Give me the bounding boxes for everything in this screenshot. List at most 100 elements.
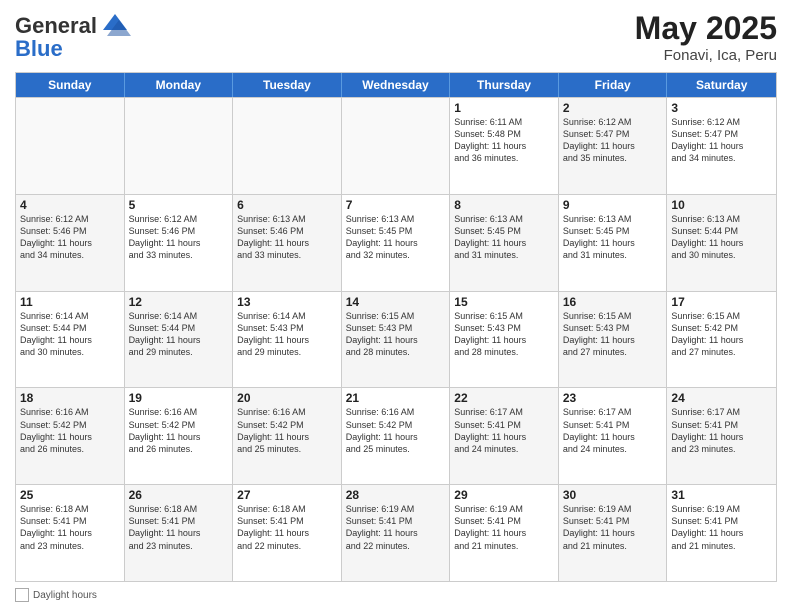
- cal-cell: 5Sunrise: 6:12 AM Sunset: 5:46 PM Daylig…: [125, 195, 234, 291]
- cal-cell: 12Sunrise: 6:14 AM Sunset: 5:44 PM Dayli…: [125, 292, 234, 388]
- day-number: 2: [563, 101, 663, 115]
- day-info: Sunrise: 6:14 AM Sunset: 5:43 PM Dayligh…: [237, 310, 337, 359]
- cal-cell: 24Sunrise: 6:17 AM Sunset: 5:41 PM Dayli…: [667, 388, 776, 484]
- cal-cell: 14Sunrise: 6:15 AM Sunset: 5:43 PM Dayli…: [342, 292, 451, 388]
- day-info: Sunrise: 6:11 AM Sunset: 5:48 PM Dayligh…: [454, 116, 554, 165]
- header: General Blue May 2025 Fonavi, Ica, Peru: [15, 10, 777, 64]
- cal-cell: 22Sunrise: 6:17 AM Sunset: 5:41 PM Dayli…: [450, 388, 559, 484]
- day-info: Sunrise: 6:16 AM Sunset: 5:42 PM Dayligh…: [237, 406, 337, 455]
- day-info: Sunrise: 6:16 AM Sunset: 5:42 PM Dayligh…: [129, 406, 229, 455]
- cal-row-4: 18Sunrise: 6:16 AM Sunset: 5:42 PM Dayli…: [16, 387, 776, 484]
- day-info: Sunrise: 6:17 AM Sunset: 5:41 PM Dayligh…: [671, 406, 772, 455]
- day-info: Sunrise: 6:13 AM Sunset: 5:45 PM Dayligh…: [454, 213, 554, 262]
- day-info: Sunrise: 6:13 AM Sunset: 5:46 PM Dayligh…: [237, 213, 337, 262]
- cal-cell: 19Sunrise: 6:16 AM Sunset: 5:42 PM Dayli…: [125, 388, 234, 484]
- cal-cell: 27Sunrise: 6:18 AM Sunset: 5:41 PM Dayli…: [233, 485, 342, 581]
- day-info: Sunrise: 6:13 AM Sunset: 5:45 PM Dayligh…: [346, 213, 446, 262]
- day-number: 6: [237, 198, 337, 212]
- header-saturday: Saturday: [667, 73, 776, 97]
- calendar-header: Sunday Monday Tuesday Wednesday Thursday…: [16, 73, 776, 97]
- logo-text: General Blue: [15, 10, 133, 62]
- day-number: 30: [563, 488, 663, 502]
- day-number: 8: [454, 198, 554, 212]
- logo: General Blue: [15, 10, 133, 62]
- day-number: 31: [671, 488, 772, 502]
- cal-cell: 29Sunrise: 6:19 AM Sunset: 5:41 PM Dayli…: [450, 485, 559, 581]
- cal-cell: 28Sunrise: 6:19 AM Sunset: 5:41 PM Dayli…: [342, 485, 451, 581]
- day-info: Sunrise: 6:15 AM Sunset: 5:42 PM Dayligh…: [671, 310, 772, 359]
- cal-cell: 21Sunrise: 6:16 AM Sunset: 5:42 PM Dayli…: [342, 388, 451, 484]
- legend-daylight: Daylight hours: [15, 588, 97, 602]
- day-number: 12: [129, 295, 229, 309]
- cal-cell: [125, 98, 234, 194]
- cal-row-1: 1Sunrise: 6:11 AM Sunset: 5:48 PM Daylig…: [16, 97, 776, 194]
- title-location: Fonavi, Ica, Peru: [635, 47, 777, 64]
- day-info: Sunrise: 6:13 AM Sunset: 5:45 PM Dayligh…: [563, 213, 663, 262]
- cal-cell: 26Sunrise: 6:18 AM Sunset: 5:41 PM Dayli…: [125, 485, 234, 581]
- day-number: 16: [563, 295, 663, 309]
- page: General Blue May 2025 Fonavi, Ica, Peru …: [0, 0, 792, 612]
- day-info: Sunrise: 6:15 AM Sunset: 5:43 PM Dayligh…: [346, 310, 446, 359]
- day-info: Sunrise: 6:19 AM Sunset: 5:41 PM Dayligh…: [346, 503, 446, 552]
- cal-cell: 20Sunrise: 6:16 AM Sunset: 5:42 PM Dayli…: [233, 388, 342, 484]
- header-thursday: Thursday: [450, 73, 559, 97]
- day-number: 20: [237, 391, 337, 405]
- cal-cell: 1Sunrise: 6:11 AM Sunset: 5:48 PM Daylig…: [450, 98, 559, 194]
- day-info: Sunrise: 6:15 AM Sunset: 5:43 PM Dayligh…: [563, 310, 663, 359]
- calendar: Sunday Monday Tuesday Wednesday Thursday…: [15, 72, 777, 582]
- day-number: 4: [20, 198, 120, 212]
- cal-cell: 7Sunrise: 6:13 AM Sunset: 5:45 PM Daylig…: [342, 195, 451, 291]
- day-info: Sunrise: 6:19 AM Sunset: 5:41 PM Dayligh…: [563, 503, 663, 552]
- day-number: 14: [346, 295, 446, 309]
- title-month: May 2025: [635, 10, 777, 47]
- cal-cell: 9Sunrise: 6:13 AM Sunset: 5:45 PM Daylig…: [559, 195, 668, 291]
- day-info: Sunrise: 6:15 AM Sunset: 5:43 PM Dayligh…: [454, 310, 554, 359]
- day-info: Sunrise: 6:18 AM Sunset: 5:41 PM Dayligh…: [129, 503, 229, 552]
- cal-cell: 18Sunrise: 6:16 AM Sunset: 5:42 PM Dayli…: [16, 388, 125, 484]
- cal-cell: 31Sunrise: 6:19 AM Sunset: 5:41 PM Dayli…: [667, 485, 776, 581]
- day-info: Sunrise: 6:12 AM Sunset: 5:46 PM Dayligh…: [129, 213, 229, 262]
- legend-box: [15, 588, 29, 602]
- day-number: 15: [454, 295, 554, 309]
- day-number: 1: [454, 101, 554, 115]
- cal-row-3: 11Sunrise: 6:14 AM Sunset: 5:44 PM Dayli…: [16, 291, 776, 388]
- day-number: 18: [20, 391, 120, 405]
- day-number: 29: [454, 488, 554, 502]
- header-sunday: Sunday: [16, 73, 125, 97]
- cal-cell: 6Sunrise: 6:13 AM Sunset: 5:46 PM Daylig…: [233, 195, 342, 291]
- day-number: 3: [671, 101, 772, 115]
- day-number: 9: [563, 198, 663, 212]
- cal-cell: 8Sunrise: 6:13 AM Sunset: 5:45 PM Daylig…: [450, 195, 559, 291]
- cal-cell: [16, 98, 125, 194]
- day-number: 26: [129, 488, 229, 502]
- day-number: 5: [129, 198, 229, 212]
- day-info: Sunrise: 6:13 AM Sunset: 5:44 PM Dayligh…: [671, 213, 772, 262]
- legend-daylight-label: Daylight hours: [33, 590, 97, 601]
- day-info: Sunrise: 6:17 AM Sunset: 5:41 PM Dayligh…: [563, 406, 663, 455]
- day-info: Sunrise: 6:17 AM Sunset: 5:41 PM Dayligh…: [454, 406, 554, 455]
- day-number: 13: [237, 295, 337, 309]
- cal-cell: [342, 98, 451, 194]
- cal-row-2: 4 Sunrise: 6:12 AM Sunset: 5:46 PM Daylig…: [16, 194, 776, 291]
- day-number: 28: [346, 488, 446, 502]
- cal-cell: 30Sunrise: 6:19 AM Sunset: 5:41 PM Dayli…: [559, 485, 668, 581]
- cal-cell: 2Sunrise: 6:12 AM Sunset: 5:47 PM Daylig…: [559, 98, 668, 194]
- day-info: Sunrise: 6:18 AM Sunset: 5:41 PM Dayligh…: [237, 503, 337, 552]
- day-info: Sunrise: 6:18 AM Sunset: 5:41 PM Dayligh…: [20, 503, 120, 552]
- header-monday: Monday: [125, 73, 234, 97]
- cal-cell: 11Sunrise: 6:14 AM Sunset: 5:44 PM Dayli…: [16, 292, 125, 388]
- cal-cell: 17Sunrise: 6:15 AM Sunset: 5:42 PM Dayli…: [667, 292, 776, 388]
- day-number: 24: [671, 391, 772, 405]
- day-number: 10: [671, 198, 772, 212]
- cal-cell: 23Sunrise: 6:17 AM Sunset: 5:41 PM Dayli…: [559, 388, 668, 484]
- cal-cell: 16Sunrise: 6:15 AM Sunset: 5:43 PM Dayli…: [559, 292, 668, 388]
- header-wednesday: Wednesday: [342, 73, 451, 97]
- day-info: Sunrise: 6:16 AM Sunset: 5:42 PM Dayligh…: [20, 406, 120, 455]
- day-info: Sunrise: 6:12 AM Sunset: 5:47 PM Dayligh…: [671, 116, 772, 165]
- title-block: May 2025 Fonavi, Ica, Peru: [635, 10, 777, 64]
- day-info: Sunrise: 6:14 AM Sunset: 5:44 PM Dayligh…: [129, 310, 229, 359]
- day-info: Sunrise: 6:12 AM Sunset: 5:47 PM Dayligh…: [563, 116, 663, 165]
- day-number: 27: [237, 488, 337, 502]
- cal-cell: 10Sunrise: 6:13 AM Sunset: 5:44 PM Dayli…: [667, 195, 776, 291]
- day-number: 25: [20, 488, 120, 502]
